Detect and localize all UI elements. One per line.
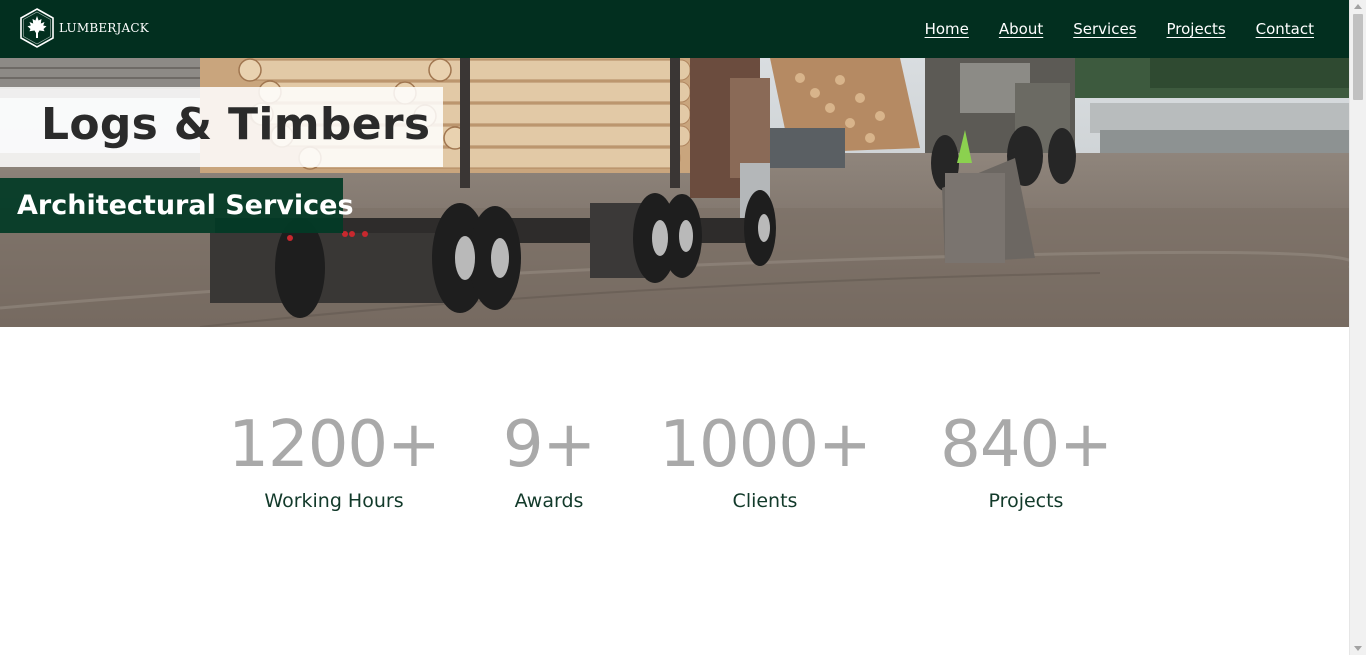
hero-section: Logs & Timbers Architectural Services	[0, 58, 1349, 327]
hero-title-panel: Logs & Timbers	[0, 87, 443, 167]
main-nav: Home About Services Projects Contact	[895, 0, 1314, 58]
logo-link[interactable]: LUMBERJACK	[19, 8, 149, 48]
scroll-down-arrow-icon[interactable]	[1354, 646, 1362, 651]
site-header: LUMBERJACK Home About Services Projects …	[0, 0, 1349, 58]
nav-contact-link[interactable]: Contact	[1256, 20, 1314, 38]
stat-value: 1000+	[659, 408, 872, 482]
vertical-scrollbar[interactable]	[1349, 0, 1366, 655]
hero-subtitle-panel: Architectural Services	[0, 178, 354, 233]
nav-about-link[interactable]: About	[999, 20, 1043, 38]
nav-home-link[interactable]: Home	[925, 20, 969, 38]
stat-projects: 840+ Projects	[896, 395, 1156, 512]
stats-section: 1200+ Working Hours 9+ Awards 1000+ Clie…	[0, 395, 1349, 535]
scroll-thumb[interactable]	[1353, 14, 1363, 100]
scroll-up-arrow-icon[interactable]	[1354, 4, 1362, 9]
hero-title: Logs & Timbers	[41, 99, 431, 150]
nav-projects-link[interactable]: Projects	[1167, 20, 1226, 38]
brand-name: LUMBERJACK	[59, 21, 149, 35]
stat-value: 840+	[940, 408, 1113, 482]
stat-label: Projects	[988, 490, 1064, 512]
maple-leaf-logo-icon	[20, 8, 54, 48]
page: LUMBERJACK Home About Services Projects …	[0, 0, 1349, 655]
nav-services-link[interactable]: Services	[1073, 20, 1136, 38]
stat-clients: 1000+ Clients	[635, 395, 895, 512]
hero-subtitle: Architectural Services	[17, 190, 354, 221]
